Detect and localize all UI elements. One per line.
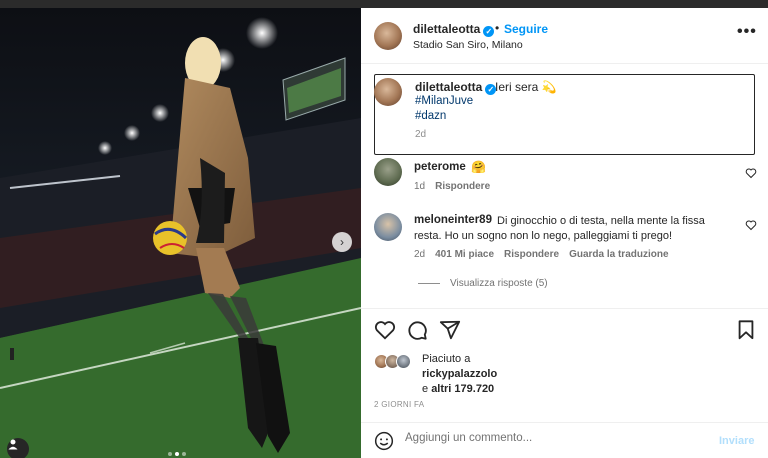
carousel-dot bbox=[168, 452, 172, 456]
heart-icon[interactable] bbox=[745, 219, 757, 231]
carousel-dot-active bbox=[175, 452, 179, 456]
share-icon[interactable] bbox=[439, 319, 461, 341]
post-photo[interactable]: › bbox=[0, 8, 361, 458]
hashtag-link[interactable]: #MilanJuve bbox=[415, 95, 473, 107]
comment-meta: 2d 401 Mi piace Rispondere Guarda la tra… bbox=[414, 249, 669, 260]
stadium-scene bbox=[0, 17, 361, 458]
post-location[interactable]: Stadio San Siro, Milano bbox=[413, 39, 523, 51]
caption-avatar[interactable] bbox=[374, 78, 402, 106]
liked-by-user[interactable]: rickypalazzolo bbox=[422, 368, 497, 380]
replies-divider bbox=[418, 283, 440, 284]
caption-block: dilettaleotta ✓ Ieri sera 💫 #MilanJuve #d… bbox=[374, 74, 755, 155]
caption-text: Ieri sera 💫 bbox=[495, 80, 557, 94]
reply-button[interactable]: Rispondere bbox=[504, 249, 559, 260]
carousel-dots bbox=[168, 452, 186, 456]
send-comment-button[interactable]: Inviare bbox=[719, 435, 754, 447]
author-username[interactable]: dilettaleotta ✓ bbox=[413, 22, 495, 37]
comment-text-line: resta. Ho un sogno non lo nego, palleggi… bbox=[414, 230, 673, 242]
commenter-username[interactable]: peterome bbox=[414, 161, 466, 173]
comment-meta: 1d Rispondere bbox=[414, 181, 490, 192]
comment-text: 🤗 bbox=[471, 160, 486, 174]
comment-text-line: Di ginocchio o di testa, nella mente la … bbox=[497, 215, 705, 227]
carousel-next-button[interactable]: › bbox=[332, 232, 352, 252]
header-separator: • bbox=[495, 21, 500, 35]
likes-count-prefix: e bbox=[422, 383, 432, 395]
caption-username[interactable]: dilettaleotta ✓ bbox=[415, 80, 497, 95]
liked-by-label: Piaciuto a bbox=[422, 353, 471, 365]
commenter-avatar[interactable] bbox=[374, 158, 402, 186]
comment-time: 1d bbox=[414, 181, 426, 192]
post-header: dilettaleotta ✓ • Seguire Stadio San Siro… bbox=[361, 8, 768, 64]
author-username-text[interactable]: dilettaleotta bbox=[413, 22, 480, 36]
caption-username-text[interactable]: dilettaleotta bbox=[415, 80, 482, 94]
post-side-panel: dilettaleotta ✓ • Seguire Stadio San Siro… bbox=[361, 8, 768, 458]
carousel-dot bbox=[182, 452, 186, 456]
comment-icon[interactable] bbox=[406, 319, 428, 341]
caption-time: 2d bbox=[415, 129, 427, 140]
tagged-users-button[interactable] bbox=[7, 438, 29, 458]
chevron-right-icon: › bbox=[340, 235, 344, 249]
more-options-icon[interactable]: ••• bbox=[737, 23, 757, 41]
like-heart-icon[interactable] bbox=[374, 319, 396, 341]
add-comment-bar: Inviare bbox=[361, 422, 768, 458]
comment-input[interactable] bbox=[405, 432, 705, 444]
reply-button[interactable]: Rispondere bbox=[435, 181, 490, 192]
post-date: 2 GIORNI FA bbox=[374, 400, 425, 409]
view-replies-label[interactable]: Visualizza risposte (5) bbox=[450, 278, 548, 289]
comment-likes-link[interactable]: 401 Mi piace bbox=[435, 249, 494, 260]
hashtag-link[interactable]: #dazn bbox=[415, 110, 446, 122]
follow-button[interactable]: Seguire bbox=[504, 22, 548, 36]
commenter-avatar[interactable] bbox=[374, 213, 402, 241]
user-icon bbox=[8, 439, 18, 450]
author-avatar[interactable] bbox=[374, 22, 402, 50]
liker-avatar[interactable] bbox=[396, 354, 411, 369]
browser-top-strip bbox=[0, 0, 768, 8]
comment-time: 2d bbox=[414, 249, 426, 260]
view-replies-button[interactable]: Visualizza risposte (5) bbox=[418, 278, 548, 289]
emoji-icon[interactable] bbox=[374, 431, 394, 451]
likes-count-value[interactable]: altri 179.720 bbox=[431, 383, 494, 395]
bookmark-icon[interactable] bbox=[735, 319, 757, 341]
heart-icon[interactable] bbox=[745, 167, 757, 179]
likes-count[interactable]: e altri 179.720 bbox=[422, 383, 494, 395]
verified-badge-icon: ✓ bbox=[483, 26, 495, 37]
translate-button[interactable]: Guarda la traduzione bbox=[569, 249, 668, 260]
action-bar bbox=[361, 308, 768, 350]
commenter-username[interactable]: meloneinter89 bbox=[414, 214, 492, 226]
